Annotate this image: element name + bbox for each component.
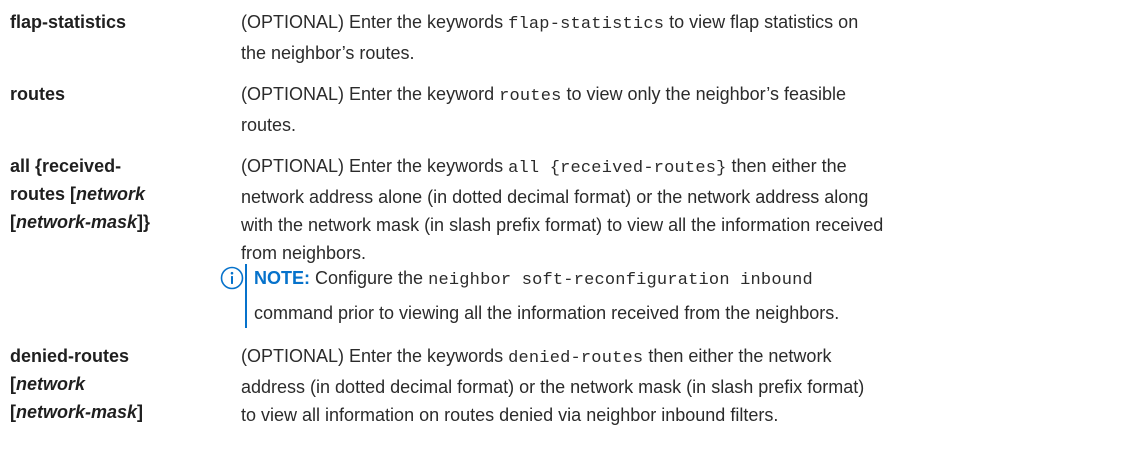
- param-term: denied-routes [network [network-mask]: [10, 346, 144, 422]
- parameter-table: flap-statistics (OPTIONAL) Enter the key…: [0, 0, 1144, 454]
- info-circle-icon: [220, 266, 244, 290]
- param-description: (OPTIONAL) Enter the keywords flap-stati…: [241, 12, 859, 63]
- param-description: (OPTIONAL) Enter the keywords denied-rou…: [241, 346, 865, 425]
- note-label: NOTE:: [254, 268, 310, 288]
- code-keyword: denied-routes: [508, 349, 644, 368]
- param-term: routes: [10, 84, 66, 104]
- note-callout: NOTE: Configure the neighbor soft-reconf…: [220, 264, 1130, 328]
- code-keyword: neighbor soft-reconfiguration inbound: [428, 271, 813, 290]
- code-keyword: all {received-routes}: [508, 159, 727, 178]
- param-term: flap-statistics: [10, 12, 127, 32]
- code-keyword: routes: [499, 87, 562, 106]
- param-description: (OPTIONAL) Enter the keyword routes to v…: [241, 84, 847, 135]
- note-text: NOTE: Configure the neighbor soft-reconf…: [254, 268, 840, 323]
- note-accent-bar: [245, 264, 247, 328]
- param-description: (OPTIONAL) Enter the keywords all {recei…: [241, 156, 884, 263]
- param-term: all {received- routes [network [network-…: [10, 156, 151, 232]
- code-keyword: flap-statistics: [508, 15, 665, 34]
